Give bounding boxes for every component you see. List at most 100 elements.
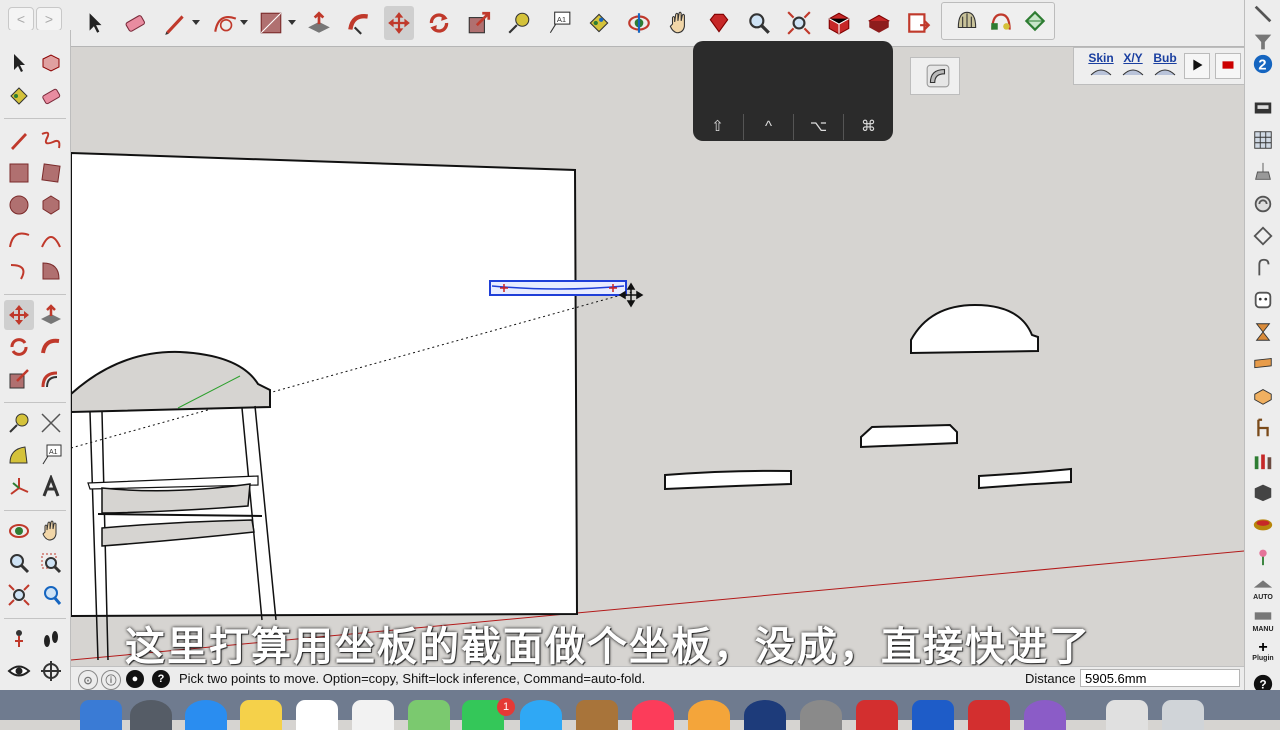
look-around-icon[interactable] <box>4 656 34 686</box>
hook-icon[interactable] <box>1249 254 1277 282</box>
3d-warehouse-icon[interactable] <box>824 6 854 40</box>
sketchup-icon[interactable] <box>856 700 898 730</box>
rotate-icon[interactable] <box>424 6 454 40</box>
line-tool-icon[interactable] <box>1249 0 1277 28</box>
xy-button[interactable]: X/Y <box>1118 51 1148 81</box>
dimension-icon[interactable] <box>36 408 66 438</box>
box-icon[interactable] <box>1249 478 1277 506</box>
curviloft-icon[interactable] <box>923 59 953 93</box>
arc-icon[interactable] <box>4 224 34 254</box>
plugin-button[interactable]: + Plugin <box>1249 638 1277 666</box>
rectangle-dropdown-icon[interactable] <box>288 20 296 25</box>
forward-button[interactable]: > <box>36 7 62 31</box>
follow-me-icon[interactable] <box>36 332 66 362</box>
tape-measure-icon[interactable] <box>4 408 34 438</box>
pencil-dropdown-icon[interactable] <box>192 20 200 25</box>
safari-icon[interactable] <box>185 700 227 730</box>
seat-profile-right-strip[interactable] <box>978 467 1072 490</box>
walk-icon[interactable] <box>36 624 66 654</box>
rotate-icon[interactable] <box>4 332 34 362</box>
play-button[interactable] <box>1184 53 1210 79</box>
3d-text-icon[interactable] <box>36 472 66 502</box>
rotate-face-icon[interactable] <box>1249 190 1277 218</box>
lamp-icon[interactable] <box>1249 158 1277 186</box>
select-icon[interactable] <box>80 6 110 40</box>
auto-button[interactable]: AUTO <box>1249 574 1277 602</box>
hourglass-icon[interactable] <box>1249 318 1277 346</box>
panel-icon[interactable] <box>1249 94 1277 122</box>
launchpad-icon[interactable] <box>130 700 172 730</box>
rectangle-icon[interactable] <box>4 158 34 188</box>
scene-canvas[interactable] <box>71 46 1244 666</box>
zoom-icon[interactable] <box>4 548 34 578</box>
credits-icon[interactable]: ⓘ <box>101 670 121 690</box>
diamond-icon[interactable] <box>1249 222 1277 250</box>
seat-profile-slab[interactable] <box>860 423 958 449</box>
calendar-icon[interactable] <box>296 700 338 730</box>
two-point-arc-icon[interactable] <box>36 224 66 254</box>
push-pull-icon[interactable] <box>304 6 334 40</box>
grid-icon[interactable] <box>1249 126 1277 154</box>
zoom-window-icon[interactable] <box>36 548 66 578</box>
axes-icon[interactable] <box>4 472 34 502</box>
pan-icon[interactable] <box>36 516 66 546</box>
back-button[interactable]: < <box>8 7 34 31</box>
seat-profile-dome[interactable] <box>910 303 1039 355</box>
rotated-rectangle-icon[interactable] <box>36 158 66 188</box>
push-pull-icon[interactable] <box>36 300 66 330</box>
shell-icon[interactable] <box>952 4 982 38</box>
app-store-icon[interactable] <box>520 700 562 730</box>
pie-icon[interactable] <box>36 256 66 286</box>
joint-push-pull-icon[interactable] <box>986 4 1016 38</box>
zoom-extents-icon[interactable] <box>784 6 814 40</box>
line-icon[interactable] <box>4 125 34 155</box>
modeling-viewport[interactable] <box>71 46 1244 666</box>
move-icon[interactable] <box>384 6 414 40</box>
bottles-icon[interactable] <box>1249 446 1277 474</box>
tape-measure-icon[interactable] <box>504 6 534 40</box>
bub-button[interactable]: Bub <box>1150 51 1180 81</box>
paint-bucket-icon[interactable] <box>4 81 34 111</box>
user-account-icon[interactable]: ● <box>126 670 144 688</box>
position-camera-icon[interactable] <box>4 624 34 654</box>
section-plane-icon[interactable] <box>36 656 66 686</box>
send-to-layout-icon[interactable] <box>904 6 934 40</box>
teamviewer-icon[interactable] <box>912 700 954 730</box>
paint-bucket-icon[interactable] <box>584 6 614 40</box>
trash-icon[interactable] <box>1162 700 1204 730</box>
polygon-icon[interactable] <box>36 190 66 220</box>
help-2-icon[interactable]: 2 <box>1249 50 1277 78</box>
freehand-icon[interactable] <box>36 125 66 155</box>
skin-button[interactable]: Skin <box>1086 51 1116 81</box>
scale-icon[interactable] <box>4 364 34 394</box>
plank-icon[interactable] <box>1249 382 1277 410</box>
chair-icon[interactable] <box>1249 414 1277 442</box>
photos-icon[interactable] <box>688 700 730 730</box>
notes-icon[interactable] <box>240 700 282 730</box>
notebook-icon[interactable] <box>576 700 618 730</box>
stop-button[interactable] <box>1215 53 1241 79</box>
move-icon[interactable] <box>4 300 34 330</box>
maps-icon[interactable] <box>408 700 450 730</box>
select-icon[interactable] <box>4 48 34 78</box>
bezier-icon[interactable] <box>1020 4 1050 38</box>
manu-button[interactable]: MANU <box>1249 606 1277 634</box>
sketchup-layout-icon[interactable] <box>968 700 1010 730</box>
system-preferences-icon[interactable] <box>800 700 842 730</box>
zoom-extents-icon[interactable] <box>4 580 34 610</box>
finder-icon[interactable] <box>80 700 122 730</box>
quicktime-icon[interactable] <box>744 700 786 730</box>
orbit-icon[interactable] <box>4 516 34 546</box>
reminders-icon[interactable] <box>352 700 394 730</box>
geo-location-icon[interactable]: ⊙ <box>78 670 98 690</box>
pencil-icon[interactable] <box>160 6 190 40</box>
outlet-icon[interactable] <box>1249 286 1277 314</box>
circle-icon[interactable] <box>4 190 34 220</box>
scale-icon[interactable] <box>464 6 494 40</box>
rectangle-icon[interactable] <box>256 6 286 40</box>
orbit-icon[interactable] <box>624 6 654 40</box>
eraser-icon[interactable] <box>120 6 150 40</box>
pan-icon[interactable] <box>664 6 694 40</box>
food-icon[interactable] <box>1249 510 1277 538</box>
three-point-arc-icon[interactable] <box>4 256 34 286</box>
